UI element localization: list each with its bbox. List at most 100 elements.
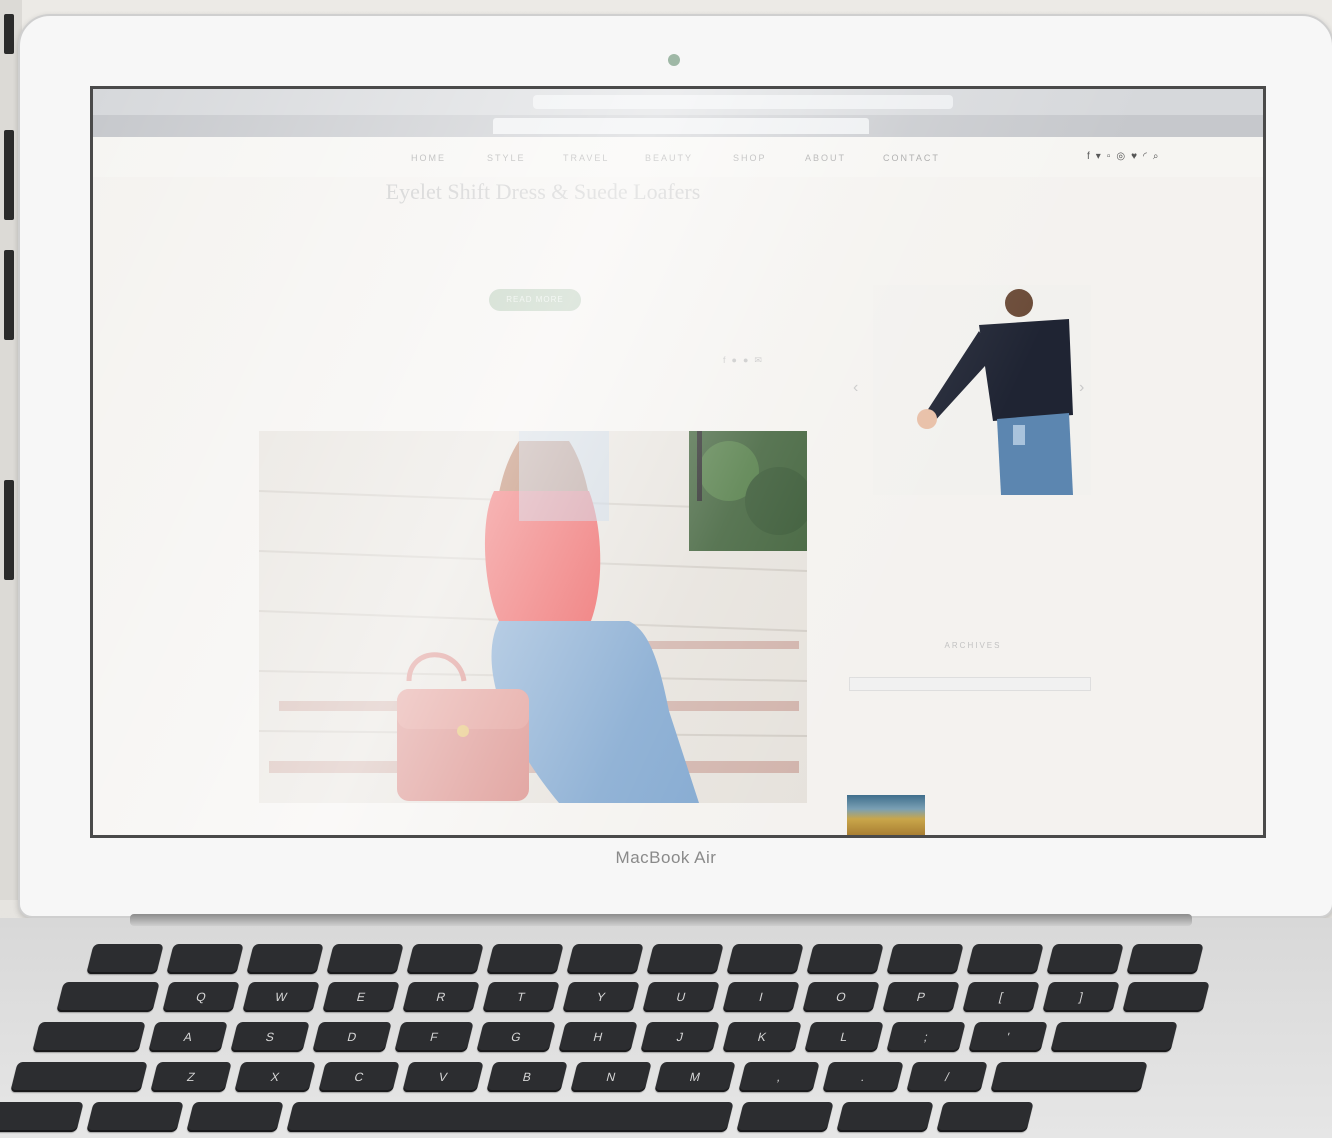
wall-mark xyxy=(4,250,14,340)
keyboard-key[interactable]: G xyxy=(476,1022,556,1052)
post-photo-illustration xyxy=(259,431,807,803)
wall-mark xyxy=(4,130,14,220)
keyboard-key[interactable] xyxy=(56,982,160,1012)
browser-tab[interactable] xyxy=(893,118,1263,134)
carousel-prev-icon[interactable]: ‹ xyxy=(853,379,858,397)
keyboard-key[interactable]: I xyxy=(722,982,800,1012)
nav-beauty[interactable]: BEAUTY xyxy=(645,153,693,163)
keyboard-key[interactable] xyxy=(486,944,564,974)
keyboard-key[interactable] xyxy=(0,1102,84,1132)
keyboard-key[interactable]: J xyxy=(640,1022,720,1052)
nav-about[interactable]: ABOUT xyxy=(805,153,846,163)
keyboard-key[interactable] xyxy=(32,1022,146,1052)
keyboard-key[interactable] xyxy=(886,944,964,974)
keyboard-key[interactable] xyxy=(966,944,1044,974)
keyboard-key[interactable] xyxy=(406,944,484,974)
keyboard-key[interactable] xyxy=(726,944,804,974)
keyboard-key[interactable] xyxy=(326,944,404,974)
keyboard-key[interactable]: K xyxy=(722,1022,802,1052)
browser-tab[interactable] xyxy=(393,118,509,134)
keyboard-key[interactable]: . xyxy=(822,1062,904,1092)
keyboard-key[interactable] xyxy=(286,1102,734,1132)
keyboard-key[interactable]: C xyxy=(318,1062,400,1092)
keyboard-key[interactable]: P xyxy=(882,982,960,1012)
keyboard-key[interactable]: ] xyxy=(1042,982,1120,1012)
keyboard-key[interactable]: Z xyxy=(150,1062,232,1092)
keyboard-key[interactable]: / xyxy=(906,1062,988,1092)
site-header: HOME STYLE TRAVEL BEAUTY SHOP ABOUT CONT… xyxy=(93,137,1263,177)
keyboard-key[interactable] xyxy=(990,1062,1148,1092)
keyboard-key[interactable] xyxy=(1122,982,1210,1012)
address-bar[interactable] xyxy=(533,95,953,109)
share-pinterest-icon[interactable]: ● xyxy=(743,355,754,365)
keyboard-key[interactable]: N xyxy=(570,1062,652,1092)
keyboard-key[interactable]: T xyxy=(482,982,560,1012)
keyboard-key[interactable]: H xyxy=(558,1022,638,1052)
keyboard-key[interactable]: O xyxy=(802,982,880,1012)
keyboard-key[interactable]: B xyxy=(486,1062,568,1092)
pinterest-icon[interactable]: ◎ xyxy=(1116,151,1131,162)
browser-tab-active[interactable] xyxy=(493,118,869,134)
device-brand-label: MacBook Air xyxy=(615,848,717,867)
keyboard-key[interactable]: A xyxy=(148,1022,228,1052)
keyboard-key[interactable]: M xyxy=(654,1062,736,1092)
keyboard-key[interactable]: F xyxy=(394,1022,474,1052)
post-title[interactable]: Eyelet Shift Dress & Suede Loafers xyxy=(343,179,743,205)
keyboard-key[interactable] xyxy=(736,1102,834,1132)
keyboard: Q W E R T Y U I O P[] A S D F G H J K L; ' Z X C V B N M,. / xyxy=(0,940,1332,1138)
keyboard-key[interactable]: R xyxy=(402,982,480,1012)
keyboard-key[interactable]: U xyxy=(642,982,720,1012)
sidebar-photo[interactable] xyxy=(873,285,1091,495)
keyboard-key[interactable]: ' xyxy=(968,1022,1048,1052)
keyboard-key[interactable] xyxy=(86,944,164,974)
carousel-next-icon[interactable]: › xyxy=(1079,379,1084,397)
keyboard-key[interactable] xyxy=(1046,944,1124,974)
nav-home[interactable]: HOME xyxy=(411,153,446,163)
wall-mark xyxy=(4,480,14,580)
keyboard-key[interactable]: V xyxy=(402,1062,484,1092)
keyboard-key[interactable] xyxy=(186,1102,284,1132)
archives-select[interactable] xyxy=(849,677,1091,691)
keyboard-key[interactable]: X xyxy=(234,1062,316,1092)
rss-icon[interactable]: ◜ xyxy=(1143,151,1153,162)
keyboard-key[interactable] xyxy=(646,944,724,974)
nav-shop[interactable]: SHOP xyxy=(733,153,767,163)
facebook-icon[interactable]: f xyxy=(1087,151,1096,162)
read-more-button[interactable]: READ MORE xyxy=(489,289,581,311)
keyboard-key[interactable] xyxy=(86,1102,184,1132)
popular-post-thumbnail[interactable] xyxy=(847,795,925,835)
twitter-icon[interactable]: ▾ xyxy=(1096,151,1107,162)
keyboard-key[interactable]: [ xyxy=(962,982,1040,1012)
instagram-icon[interactable]: ▫ xyxy=(1107,151,1117,162)
keyboard-key[interactable] xyxy=(1050,1022,1178,1052)
browser-tabs xyxy=(93,115,1263,137)
keyboard-key[interactable] xyxy=(806,944,884,974)
keyboard-key[interactable] xyxy=(566,944,644,974)
keyboard-key[interactable]: E xyxy=(322,982,400,1012)
share-twitter-icon[interactable]: ● xyxy=(732,355,743,365)
keyboard-key[interactable]: S xyxy=(230,1022,310,1052)
keyboard-key[interactable]: ; xyxy=(886,1022,966,1052)
keyboard-key[interactable]: D xyxy=(312,1022,392,1052)
nav-contact[interactable]: CONTACT xyxy=(883,153,940,163)
keyboard-key[interactable] xyxy=(166,944,244,974)
laptop-hinge xyxy=(130,914,1192,926)
wall-mark xyxy=(4,14,14,54)
keyboard-key[interactable] xyxy=(246,944,324,974)
keyboard-key[interactable]: Y xyxy=(562,982,640,1012)
nav-style[interactable]: STYLE xyxy=(487,153,526,163)
share-email-icon[interactable]: ✉ xyxy=(754,355,768,365)
keyboard-key[interactable]: , xyxy=(738,1062,820,1092)
heart-icon[interactable]: ♥ xyxy=(1131,151,1143,162)
keyboard-key[interactable]: Q xyxy=(162,982,240,1012)
keyboard-key[interactable] xyxy=(10,1062,148,1092)
keyboard-key[interactable] xyxy=(1126,944,1204,974)
share-facebook-icon[interactable]: f xyxy=(723,355,732,365)
search-icon[interactable]: ⌕ xyxy=(1153,151,1165,162)
nav-travel[interactable]: TRAVEL xyxy=(563,153,609,163)
keyboard-key[interactable]: W xyxy=(242,982,320,1012)
keyboard-key[interactable]: L xyxy=(804,1022,884,1052)
keyboard-key[interactable] xyxy=(836,1102,934,1132)
post-photo[interactable] xyxy=(259,431,807,803)
keyboard-key[interactable] xyxy=(936,1102,1034,1132)
